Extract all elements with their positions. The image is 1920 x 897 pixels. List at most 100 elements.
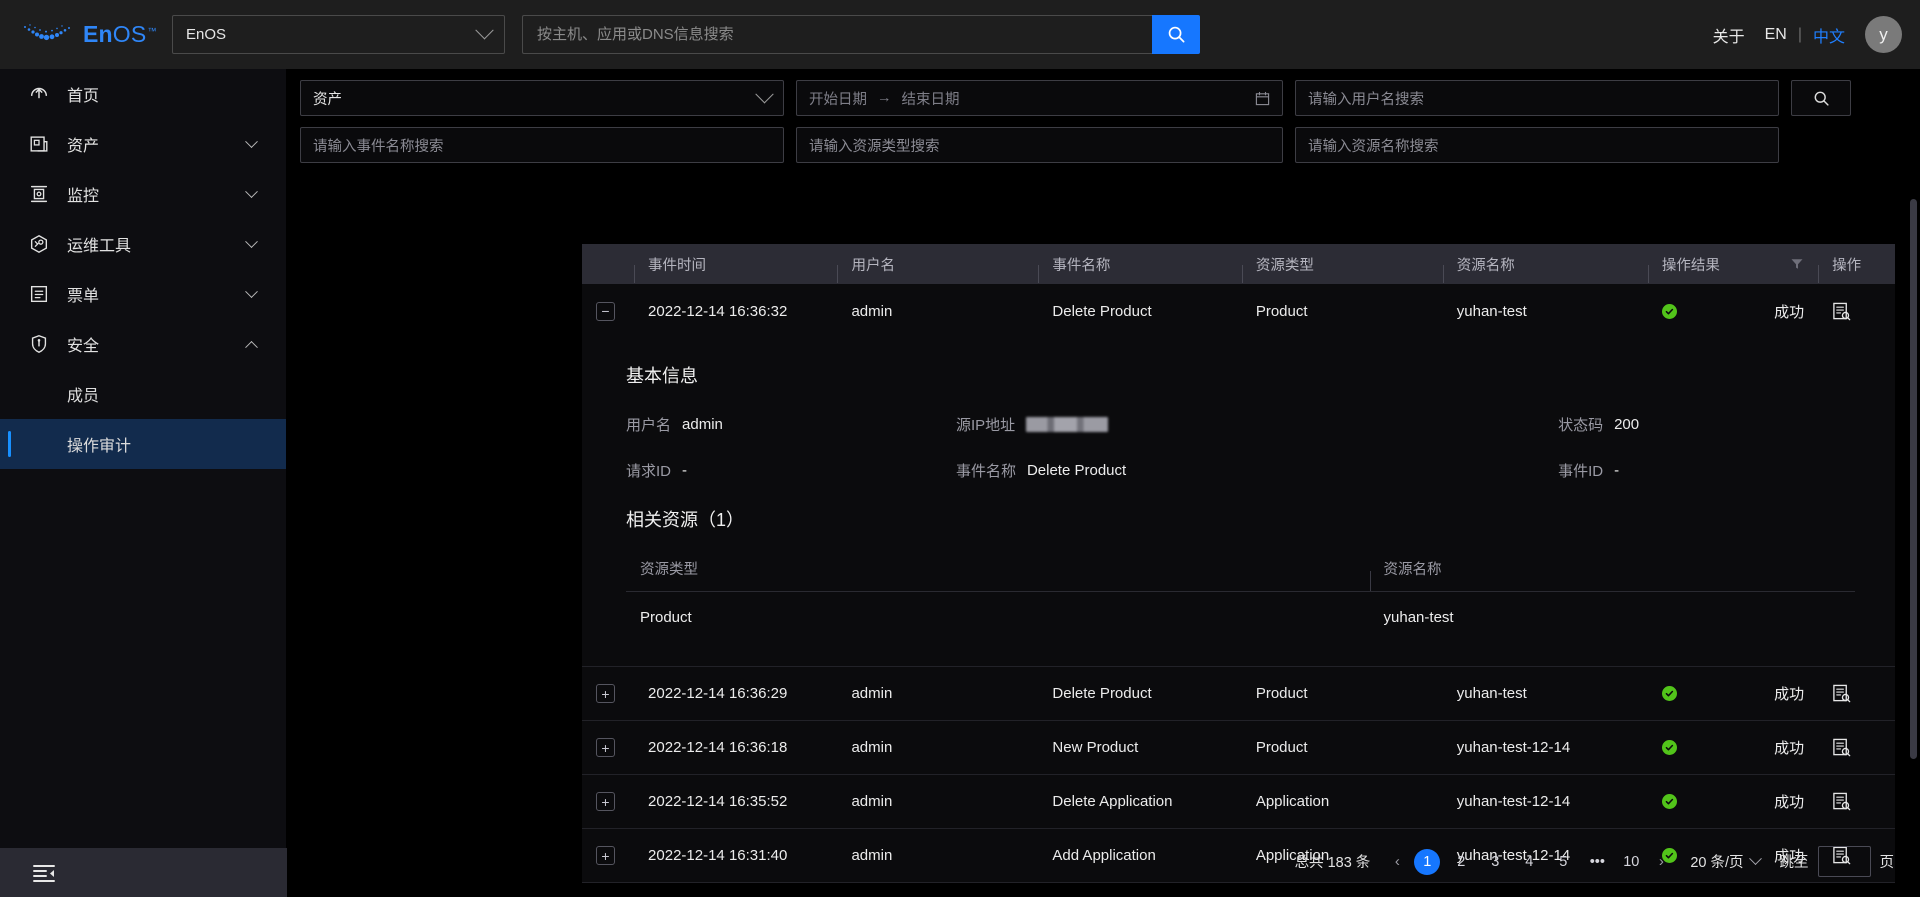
cell-resource-name: yuhan-test [1456, 685, 1527, 702]
sidebar-item-security[interactable]: 安全 [0, 319, 286, 369]
app-selector[interactable]: EnOS [172, 15, 505, 54]
cell-event-name: Delete Product [1052, 685, 1152, 702]
sidebar-item-assets[interactable]: 资产 [0, 119, 286, 169]
avatar[interactable]: y [1865, 16, 1902, 53]
cell-event-name: Delete Product [1052, 302, 1152, 320]
sidebar-item-home[interactable]: 首页 [0, 69, 286, 119]
related-header-row: 资源类型 资源名称 [626, 546, 1855, 592]
row-detail-panel: 基本信息 用户名 admin 源IP地址 状态码 200 请求ID - 事件名称… [582, 338, 1895, 667]
top-header: EnOS™ EnOS 关于 EN | 中文 y [0, 0, 1920, 69]
related-header-resource-name: 资源名称 [1369, 558, 1855, 591]
detail-event-id-value: - [1614, 462, 1620, 479]
enos-swoosh-icon [24, 23, 70, 40]
pagination-page-2[interactable]: 2 [1448, 849, 1474, 875]
category-select[interactable]: 资产 [300, 80, 784, 116]
cell-username: admin [851, 793, 893, 810]
cell-resource-name: yuhan-test-12-14 [1456, 739, 1571, 756]
cell-event-time: 2022-12-14 16:35:52 [648, 793, 788, 810]
cell-action[interactable] [1818, 792, 1895, 811]
main-content: 资产 开始日期 → 结束日期 请输入用户名搜索 请输入事件名称搜索 请输入资源类… [287, 69, 1920, 897]
lang-en-option[interactable]: EN [1765, 26, 1787, 44]
detail-row-1: 用户名 admin 源IP地址 状态码 200 [582, 414, 1895, 435]
sidebar-item-operation-audit[interactable]: 操作审计 [0, 419, 286, 469]
expand-row-button[interactable]: + [596, 846, 615, 865]
pagination-page-1[interactable]: 1 [1414, 848, 1441, 875]
expand-row-button[interactable]: + [596, 792, 615, 811]
pagination-page-3[interactable]: 3 [1482, 849, 1508, 875]
cell-result-label: 成功 [1774, 794, 1805, 811]
pagination-ellipsis[interactable]: ••• [1584, 849, 1610, 875]
home-icon [30, 87, 48, 99]
sidebar-item-ops-tools[interactable]: 运维工具 [0, 219, 286, 269]
vertical-scrollbar[interactable] [1910, 199, 1917, 759]
about-link[interactable]: 关于 [1713, 23, 1745, 47]
cell-resource-type: Application [1255, 793, 1330, 810]
filter-icon[interactable] [1790, 257, 1804, 271]
row-expand-toggle[interactable]: + [582, 738, 634, 757]
chevron-down-icon [245, 184, 258, 198]
sidebar-item-label: 资产 [67, 138, 100, 155]
table-row[interactable]: + 2022-12-14 16:36:29 admin Delete Produ… [582, 667, 1895, 721]
brand-en: En [83, 21, 113, 47]
pagination-prev-button[interactable]: ‹ [1384, 849, 1410, 875]
resource-type-search-placeholder: 请输入资源类型搜索 [809, 138, 940, 155]
resource-type-search-field[interactable]: 请输入资源类型搜索 [796, 127, 1283, 163]
audit-log-table: 事件时间 用户名 事件名称 资源类型 资源名称 操作结果 操作 − 2022-1… [582, 244, 1895, 883]
expand-row-button[interactable]: + [596, 684, 615, 703]
detail-log-icon[interactable] [1832, 738, 1851, 757]
cell-resource-name: yuhan-test [1456, 302, 1527, 320]
cell-action[interactable] [1818, 302, 1895, 321]
row-expand-toggle[interactable]: + [582, 684, 634, 703]
sidebar-item-monitor[interactable]: 监控 [0, 169, 286, 219]
detail-status-code: 状态码 200 [1558, 414, 1855, 435]
username-search-field[interactable]: 请输入用户名搜索 [1295, 80, 1779, 116]
cell-resource-type: Product [1255, 739, 1308, 756]
sidebar-item-label: 监控 [67, 188, 100, 205]
pagination-next-button[interactable]: › [1648, 849, 1674, 875]
row-expand-toggle[interactable]: + [582, 792, 634, 811]
pagination-page-5[interactable]: 5 [1550, 849, 1576, 875]
date-end-placeholder: 结束日期 [901, 91, 960, 108]
expand-row-button[interactable]: + [596, 738, 615, 757]
collapse-row-button[interactable]: − [596, 301, 615, 321]
filter-search-button[interactable] [1791, 80, 1851, 116]
detail-source-ip-value-redacted [1026, 417, 1109, 432]
sidebar-item-label: 票单 [67, 288, 100, 305]
pagination-total: 总共 183 条 [1294, 855, 1371, 871]
related-header-resource-type: 资源类型 [640, 562, 698, 578]
table-row[interactable]: + 2022-12-14 16:35:52 admin Delete Appli… [582, 775, 1895, 829]
pagination-page-10[interactable]: 10 [1618, 849, 1644, 875]
table-header-resource-type: 资源类型 [1241, 254, 1443, 283]
detail-log-icon[interactable] [1832, 684, 1851, 703]
search-icon [1814, 91, 1829, 106]
event-name-search-field[interactable]: 请输入事件名称搜索 [300, 127, 784, 163]
cell-result: 成功 [1648, 737, 1818, 758]
detail-log-icon[interactable] [1832, 302, 1851, 321]
status-success-icon [1661, 740, 1677, 755]
sidebar-item-members[interactable]: 成员 [0, 369, 286, 419]
brand-logo[interactable]: En OS ™ [0, 0, 176, 69]
date-range-picker[interactable]: 开始日期 → 结束日期 [796, 80, 1283, 116]
global-search-input[interactable] [522, 15, 1152, 54]
row-expand-toggle[interactable]: − [582, 301, 634, 321]
resource-name-search-field[interactable]: 请输入资源名称搜索 [1295, 127, 1779, 163]
cell-event-name: Add Application [1052, 847, 1156, 864]
cell-action[interactable] [1818, 684, 1895, 703]
lang-zh-option[interactable]: 中文 [1813, 23, 1845, 47]
sidebar-collapse-button[interactable] [0, 848, 287, 897]
row-expand-toggle[interactable]: + [582, 846, 634, 865]
global-search-button[interactable] [1152, 15, 1200, 54]
menu-collapse-icon [33, 864, 55, 882]
page-jump-input[interactable] [1817, 846, 1871, 877]
global-search [522, 15, 1200, 54]
chevron-down-icon [245, 134, 258, 148]
cell-action[interactable] [1818, 738, 1895, 757]
detail-request-id-label: 请求ID [626, 463, 672, 480]
page-size-selector[interactable]: 20 条/页 [1690, 851, 1762, 872]
table-row[interactable]: + 2022-12-14 16:36:18 admin New Product … [582, 721, 1895, 775]
pagination-page-4[interactable]: 4 [1516, 849, 1542, 875]
detail-log-icon[interactable] [1832, 792, 1851, 811]
table-row[interactable]: − 2022-12-14 16:36:32 admin Delete Produ… [582, 284, 1895, 338]
sidebar-item-tickets[interactable]: 票单 [0, 269, 286, 319]
lang-separator: | [1797, 25, 1802, 43]
